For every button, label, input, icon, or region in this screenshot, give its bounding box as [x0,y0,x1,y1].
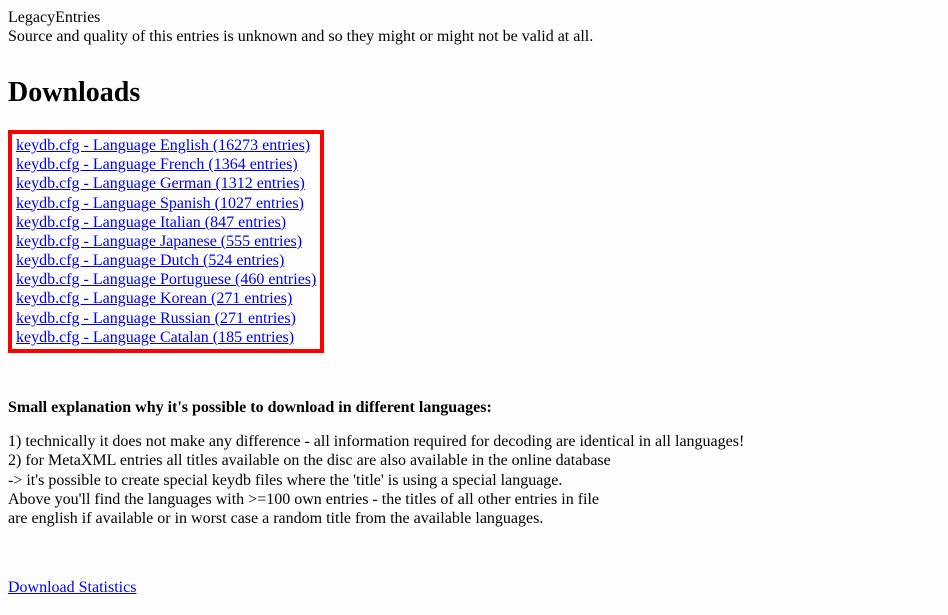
download-link-german[interactable]: keydb.cfg - Language German (1312 entrie… [16,174,316,193]
explanation-line-5: are english if available or in worst cas… [8,509,940,528]
download-link-russian[interactable]: keydb.cfg - Language Russian (271 entrie… [16,309,316,328]
header-block: LegacyEntries Source and quality of this… [8,8,940,46]
download-link-italian[interactable]: keydb.cfg - Language Italian (847 entrie… [16,213,316,232]
explanation-block: 1) technically it does not make any diff… [8,432,940,528]
explanation-line-1: 1) technically it does not make any diff… [8,432,940,451]
legacy-entries-subtitle: Source and quality of this entries is un… [8,27,940,46]
explanation-line-3: -> it's possible to create special keydb… [8,471,940,490]
download-link-catalan[interactable]: keydb.cfg - Language Catalan (185 entrie… [16,328,316,347]
legacy-entries-title: LegacyEntries [8,8,940,27]
downloads-heading: Downloads [8,76,940,110]
explanation-heading: Small explanation why it's possible to d… [8,398,940,417]
explanation-line-4: Above you'll find the languages with >=1… [8,490,940,509]
download-link-japanese[interactable]: keydb.cfg - Language Japanese (555 entri… [16,232,316,251]
download-statistics-link[interactable]: Download Statistics [8,579,136,596]
explanation-line-2: 2) for MetaXML entries all titles availa… [8,451,940,470]
download-link-french[interactable]: keydb.cfg - Language French (1364 entrie… [16,155,316,174]
download-link-portuguese[interactable]: keydb.cfg - Language Portuguese (460 ent… [16,270,316,289]
download-link-korean[interactable]: keydb.cfg - Language Korean (271 entries… [16,289,316,308]
downloads-box: keydb.cfg - Language English (16273 entr… [8,130,324,353]
download-link-dutch[interactable]: keydb.cfg - Language Dutch (524 entries) [16,251,316,270]
download-link-english[interactable]: keydb.cfg - Language English (16273 entr… [16,136,316,155]
download-link-spanish[interactable]: keydb.cfg - Language Spanish (1027 entri… [16,194,316,213]
